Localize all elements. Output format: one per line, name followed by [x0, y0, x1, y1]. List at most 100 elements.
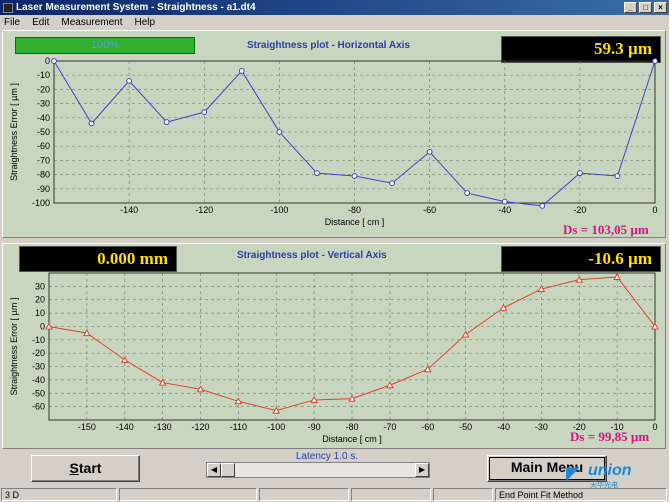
- x-tick-label: -80: [348, 205, 361, 215]
- latency-label: Latency 1.0 s.: [295, 451, 359, 462]
- latency-slider[interactable]: ◀ ▶: [206, 462, 430, 478]
- x-tick-label: -60: [421, 422, 434, 432]
- status-method: End Point Fit Method: [495, 488, 667, 501]
- watermark-text: union: [588, 462, 632, 479]
- y-axis-label: Straightness Error [ µm ]: [9, 83, 19, 181]
- data-point: [51, 58, 57, 64]
- menu-measurement[interactable]: Measurement: [55, 17, 128, 28]
- y-tick-label: -20: [37, 84, 50, 94]
- status-cell-3: [259, 488, 349, 501]
- start-shortcut-letter: S: [69, 460, 79, 476]
- menu-file[interactable]: File: [0, 17, 26, 28]
- status-cell-5: [433, 488, 493, 501]
- x-tick-label: -110: [230, 422, 247, 432]
- data-point: [238, 68, 245, 74]
- x-tick-label: 0: [652, 205, 657, 215]
- window-title: Laser Measurement System - Straightness …: [16, 2, 256, 13]
- y-tick-label: -40: [37, 113, 50, 123]
- y-tick-label: -50: [32, 388, 45, 398]
- y-tick-label: 20: [35, 295, 45, 305]
- data-point: [539, 202, 546, 209]
- y-tick-label: -90: [37, 184, 50, 194]
- data-point: [163, 119, 170, 125]
- data-point: [120, 355, 129, 363]
- status-cell-4: [351, 488, 431, 501]
- x-tick-label: -20: [573, 205, 586, 215]
- vertical-plot-panel: 0.000 mm Straightness plot - Vertical Ax…: [2, 243, 666, 449]
- close-button[interactable]: ×: [654, 2, 667, 13]
- data-point: [461, 330, 470, 338]
- minimize-button[interactable]: _: [624, 2, 637, 13]
- data-point: [426, 148, 433, 155]
- x-tick-label: 0: [652, 422, 657, 432]
- x-tick-label: -150: [78, 422, 96, 432]
- window-titlebar: Laser Measurement System - Straightness …: [0, 0, 669, 15]
- data-point: [126, 77, 133, 84]
- horizontal-plot-chart: -140 -120 -100 -80 -60 -40 -20 0 0 -10 -20 -30 -40 -5…: [9, 56, 658, 227]
- data-point: [314, 170, 320, 177]
- y-tick-label: 0: [40, 321, 45, 331]
- vertical-ds-value: Ds = 99,85 µm: [570, 429, 650, 444]
- app-icon: [3, 2, 13, 13]
- data-point: [614, 173, 621, 179]
- status-bar: 3 D End Point Fit Method: [0, 487, 669, 502]
- x-tick-label: -80: [345, 422, 358, 432]
- maximize-button[interactable]: □: [639, 2, 652, 13]
- vertical-plot-chart: -150 -140 -130 -120 -110 -100 -90 -80 -70 -60 -50-…: [9, 272, 659, 444]
- data-point: [386, 381, 394, 389]
- y-tick-label: 30: [35, 281, 45, 291]
- chart-axes: -150 -140 -130 -120 -110 -100 -90 -80 -70 -60 -50-…: [9, 272, 658, 444]
- x-tick-label: -100: [267, 422, 285, 432]
- x-axis-label: Distance [ cm ]: [322, 434, 382, 444]
- menu-help[interactable]: Help: [129, 17, 162, 28]
- x-tick-label: -140: [120, 205, 138, 215]
- x-tick-label: -140: [116, 422, 134, 432]
- data-point: [351, 173, 358, 179]
- x-tick-label: -130: [154, 422, 172, 432]
- y-tick-label: -10: [37, 70, 50, 80]
- y-tick-label: -10: [32, 335, 45, 345]
- data-point: [88, 120, 95, 127]
- x-tick-label: -120: [195, 205, 213, 215]
- x-tick-label: -40: [497, 422, 510, 432]
- y-tick-label: -60: [37, 141, 50, 151]
- y-tick-label: -30: [37, 99, 50, 109]
- y-tick-label: -80: [37, 170, 50, 180]
- x-tick-label: -30: [535, 422, 548, 432]
- y-tick-label: -60: [32, 402, 45, 412]
- y-tick-label: 0: [45, 56, 50, 66]
- x-tick-label: -70: [383, 422, 396, 432]
- horizontal-plot-panel: 100% Straightness plot - Horizontal Axis…: [2, 30, 666, 238]
- y-tick-label: -50: [37, 127, 50, 137]
- start-button-label: tart: [78, 460, 102, 476]
- x-tick-label: -50: [459, 422, 472, 432]
- data-point: [201, 109, 208, 116]
- data-point: [576, 170, 583, 177]
- status-mode: 3 D: [1, 488, 117, 501]
- y-tick-label: 10: [35, 308, 45, 318]
- x-tick-label: -60: [423, 205, 436, 215]
- menu-edit[interactable]: Edit: [26, 17, 55, 28]
- data-point: [499, 303, 508, 311]
- latency-slider-thumb[interactable]: [221, 463, 235, 477]
- x-tick-label: -120: [191, 422, 209, 432]
- x-tick-label: -100: [270, 205, 288, 215]
- scroll-left-arrow-icon[interactable]: ◀: [207, 463, 221, 477]
- scroll-right-arrow-icon[interactable]: ▶: [415, 463, 429, 477]
- y-tick-label: -100: [32, 198, 50, 208]
- y-axis-label: Straightness Error [ µm ]: [9, 298, 19, 396]
- data-point: [501, 198, 508, 205]
- y-tick-label: -40: [32, 375, 45, 385]
- y-tick-label: -20: [32, 348, 45, 358]
- data-point: [158, 378, 167, 386]
- y-tick-label: -30: [32, 362, 45, 372]
- data-point: [464, 190, 471, 196]
- watermark-icon: ◤: [566, 463, 580, 483]
- menu-bar: File Edit Measurement Help: [0, 15, 669, 30]
- x-tick-label: -90: [308, 422, 321, 432]
- start-button[interactable]: Start: [31, 455, 140, 482]
- chart-axes: -140 -120 -100 -80 -60 -40 -20 0 0 -10 -20 -30 -40 -5…: [9, 56, 658, 227]
- data-point: [389, 180, 395, 187]
- y-tick-label: -70: [37, 155, 50, 165]
- x-axis-label: Distance [ cm ]: [325, 217, 385, 227]
